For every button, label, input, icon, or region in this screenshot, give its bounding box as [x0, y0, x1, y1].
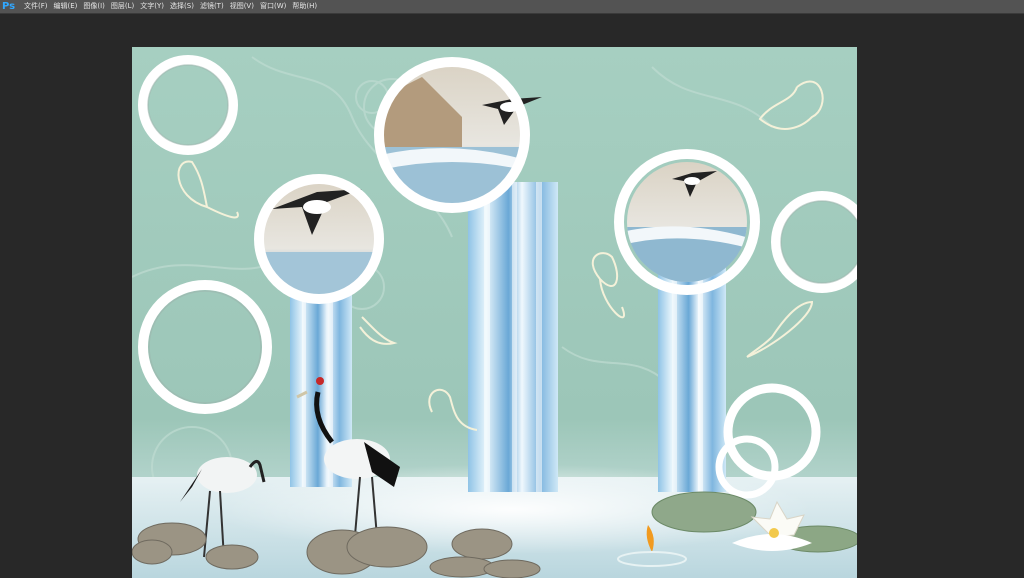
- menu-layer[interactable]: 图层(L): [111, 0, 134, 13]
- workspace: [0, 14, 1024, 578]
- document-canvas[interactable]: [132, 47, 857, 578]
- menu-help[interactable]: 帮助(H): [292, 0, 317, 13]
- menu-file[interactable]: 文件(F): [24, 0, 48, 13]
- menu-image[interactable]: 图像(I): [83, 0, 105, 13]
- menu-select[interactable]: 选择(S): [170, 0, 194, 13]
- photoshop-logo-icon[interactable]: Ps: [2, 0, 20, 13]
- menu-view[interactable]: 视图(V): [230, 0, 254, 13]
- menu-bar: Ps 文件(F) 编辑(E) 图像(I) 图层(L) 文字(Y) 选择(S) 滤…: [0, 0, 1024, 14]
- menu-window[interactable]: 窗口(W): [260, 0, 286, 13]
- menu-edit[interactable]: 编辑(E): [54, 0, 78, 13]
- menu-filter[interactable]: 滤镜(T): [200, 0, 224, 13]
- mural-artwork: [132, 47, 857, 578]
- menu-type[interactable]: 文字(Y): [140, 0, 164, 13]
